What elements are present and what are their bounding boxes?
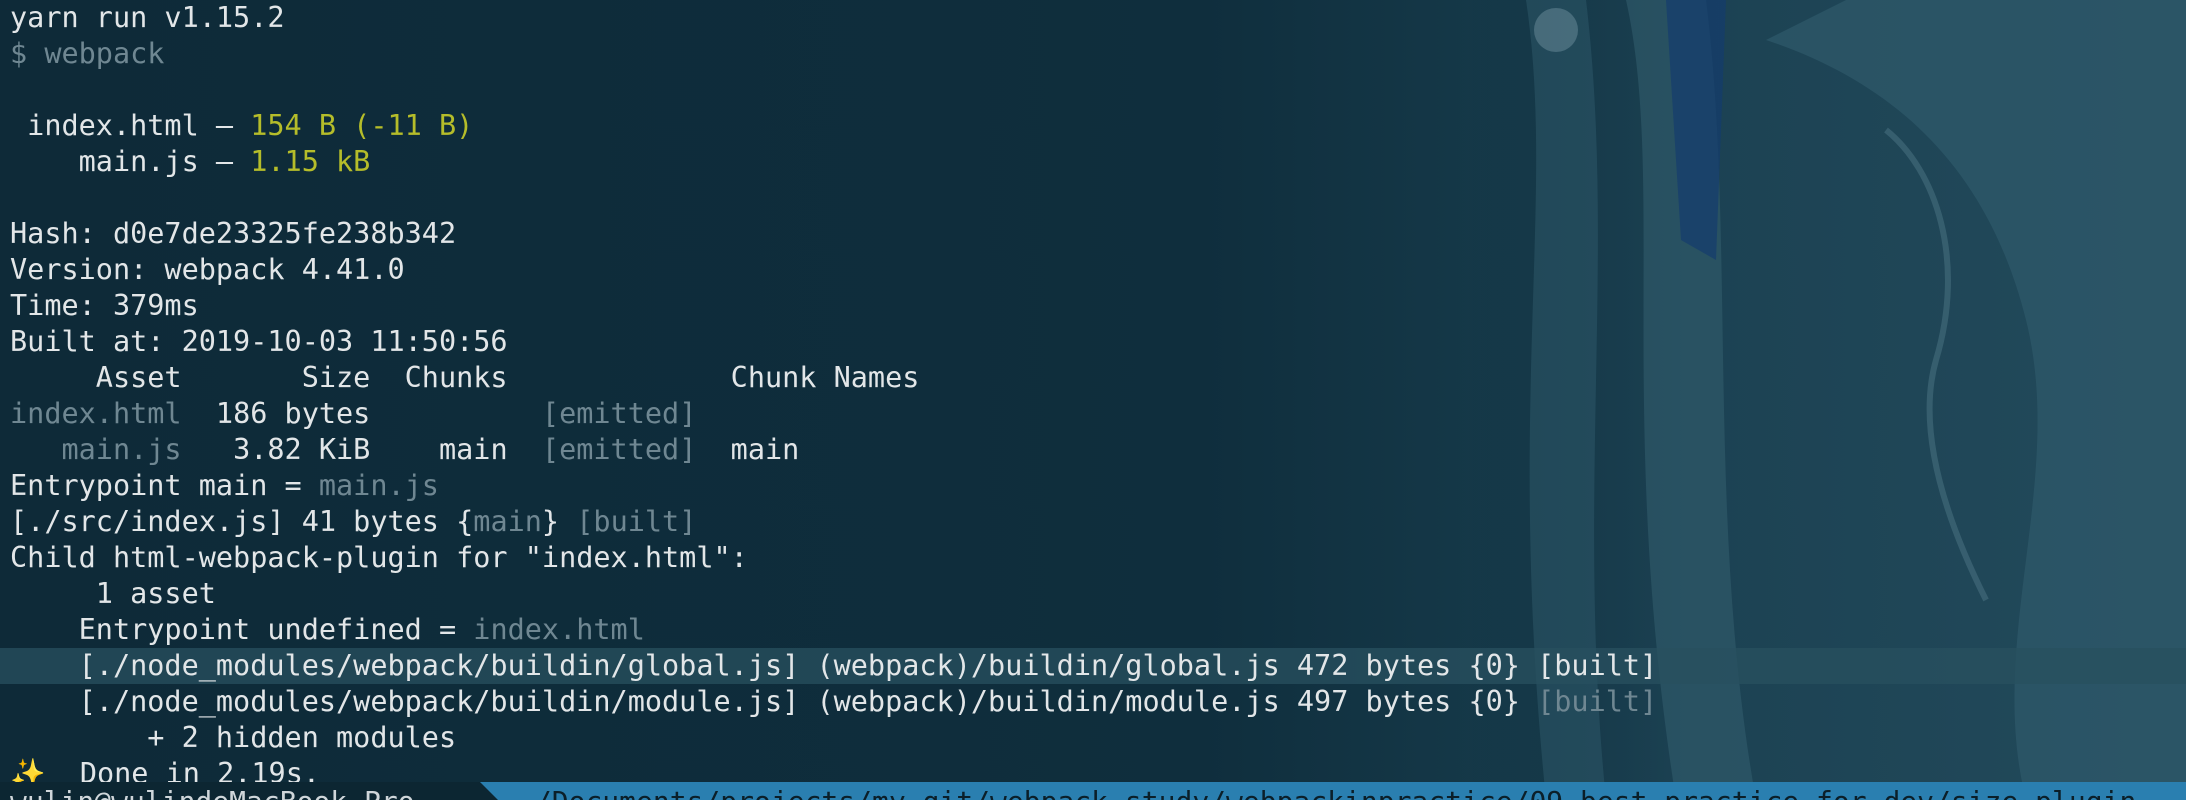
prompt-statusbar: wulin@wulindeMacBook-Pro ~/Documents/pro… — [0, 782, 2186, 800]
asset-size-chunks: 3.82 KiB main — [181, 433, 542, 466]
time-line: Time: 379ms — [10, 289, 199, 322]
size-file-name: main.js — — [10, 145, 251, 178]
entrypoint-label: Entrypoint undefined = — [10, 613, 474, 646]
asset-table-row: main.js 3.82 KiB main [emitted] main — [0, 432, 2186, 468]
asset-table-header: Asset Size Chunks Chunk Names — [10, 361, 920, 394]
terminal-output: yarn run v1.15.2 $ webpack index.html — … — [0, 0, 2186, 792]
built-at-line: Built at: 2019-10-03 11:50:56 — [10, 325, 508, 358]
asset-chunk-names: main — [696, 433, 800, 466]
yarn-version-line: yarn run v1.15.2 — [10, 1, 285, 34]
entrypoint-value: index.html — [473, 613, 645, 646]
module-chunk: main — [473, 505, 542, 538]
module-mid: } — [541, 505, 577, 538]
asset-size-chunks: 186 bytes — [181, 397, 542, 430]
global-module-line: [./node_modules/webpack/buildin/global.j… — [0, 648, 2186, 684]
size-plugin-main-line: main.js — 1.15 kB — [0, 144, 2186, 180]
entrypoint-value: main.js — [318, 469, 439, 502]
asset-status: [emitted] — [541, 397, 697, 430]
module-prefix: [./src/index.js] 41 bytes { — [10, 505, 474, 538]
hash-line: Hash: d0e7de23325fe238b342 — [10, 217, 457, 250]
version-line: Version: webpack 4.41.0 — [10, 253, 405, 286]
prompt-current-path: ~/Documents/projects/my-git/webpack-stud… — [500, 782, 2186, 800]
command-line: $ webpack — [10, 37, 165, 70]
entrypoint-label: Entrypoint main = — [10, 469, 319, 502]
entrypoint-line: Entrypoint main = main.js — [0, 468, 2186, 504]
module-status: [built] — [576, 505, 697, 538]
prompt-separator-arrow — [480, 782, 500, 800]
asset-status: [emitted] — [541, 433, 697, 466]
asset-name: main.js — [10, 433, 182, 466]
hidden-modules-line: + 2 hidden modules — [10, 721, 457, 754]
prompt-user-host: wulin@wulindeMacBook-Pro — [0, 782, 480, 800]
module-status: [built] — [1537, 685, 1658, 718]
entrypoint-undefined-line: Entrypoint undefined = index.html — [0, 612, 2186, 648]
module-js-line: [./node_modules/webpack/buildin/module.j… — [0, 684, 2186, 720]
size-plugin-index-line: index.html — 154 B (-11 B) — [0, 108, 2186, 144]
asset-name: index.html — [10, 397, 182, 430]
asset-count-line: 1 asset — [10, 577, 216, 610]
asset-table-row: index.html 186 bytes [emitted] — [0, 396, 2186, 432]
child-compilation-line: Child html-webpack-plugin for "index.htm… — [10, 541, 748, 574]
size-value: 1.15 kB — [250, 145, 371, 178]
size-value: 154 B (-11 B) — [250, 109, 474, 142]
module-line: [./src/index.js] 41 bytes {main} [built] — [0, 504, 2186, 540]
terminal-window[interactable]: yarn run v1.15.2 $ webpack index.html — … — [0, 0, 2186, 800]
size-file-name: index.html — — [10, 109, 251, 142]
module-prefix: [./node_modules/webpack/buildin/module.j… — [10, 685, 1538, 718]
